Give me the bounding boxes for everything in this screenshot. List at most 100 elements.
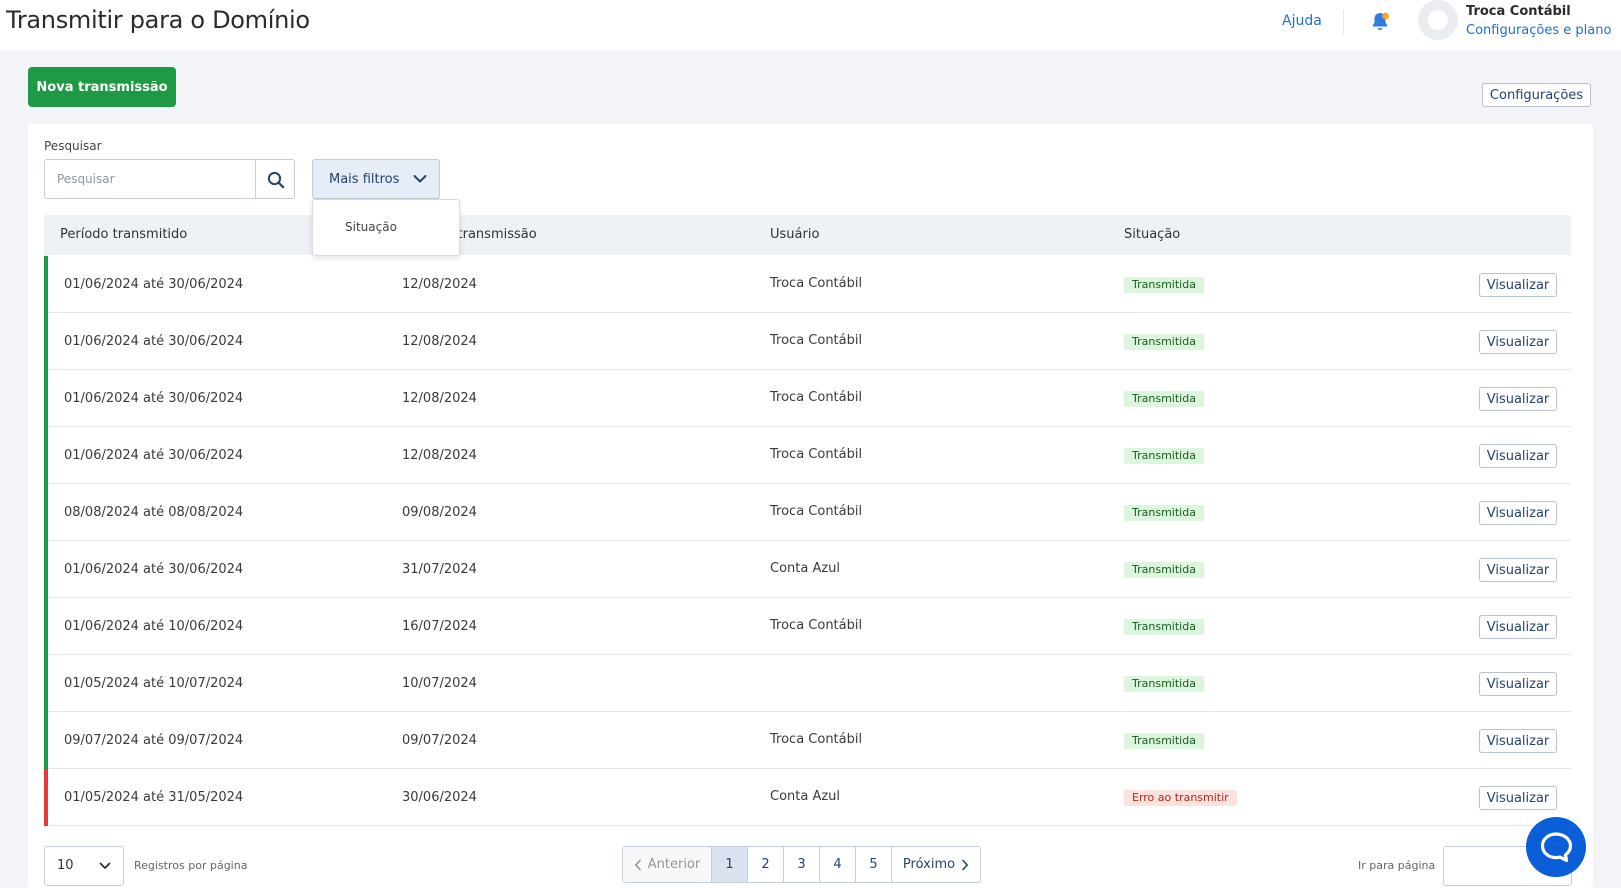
avatar[interactable] <box>1418 0 1458 40</box>
cell-transmission-date: 31/07/2024 <box>402 562 477 577</box>
cell-period: 09/07/2024 até 09/07/2024 <box>64 733 244 748</box>
status-badge: Transmitida <box>1124 562 1204 578</box>
status-badge: Transmitida <box>1124 448 1204 464</box>
cell-user: Troca Contábil <box>770 390 863 405</box>
goto-page-label: Ir para página <box>1358 859 1436 872</box>
view-button[interactable]: Visualizar <box>1479 558 1557 582</box>
pagination-page-5[interactable]: 5 <box>856 847 892 882</box>
status-badge: Erro ao transmitir <box>1124 790 1237 806</box>
view-button[interactable]: Visualizar <box>1479 615 1557 639</box>
cell-period: 01/06/2024 até 30/06/2024 <box>64 334 244 349</box>
more-filters-label: Mais filtros <box>329 171 400 187</box>
table-row[interactable]: 01/06/2024 até 30/06/2024 12/08/2024 Troca… <box>44 370 1571 427</box>
cell-period: 01/05/2024 até 10/07/2024 <box>64 676 244 691</box>
table-row[interactable]: 01/05/2024 até 31/05/2024 30/06/2024 Conta… <box>44 769 1571 826</box>
cell-transmission-date: 09/07/2024 <box>402 733 477 748</box>
pagination-page-1[interactable]: 1 <box>712 847 748 882</box>
row-status-accent <box>44 427 48 484</box>
cell-transmission-date: 12/08/2024 <box>402 334 477 349</box>
cell-period: 01/06/2024 até 10/06/2024 <box>64 619 244 634</box>
row-status-accent <box>44 769 48 826</box>
table-row[interactable]: 01/06/2024 até 10/06/2024 16/07/2024 Troca… <box>44 598 1571 655</box>
page-size-select[interactable]: 10 <box>44 846 124 886</box>
topbar-divider <box>1343 10 1344 34</box>
table-row[interactable]: 09/07/2024 até 09/07/2024 09/07/2024 Troca… <box>44 712 1571 769</box>
search-icon <box>267 171 285 189</box>
cell-period: 01/06/2024 até 30/06/2024 <box>64 448 244 463</box>
row-status-accent <box>44 655 48 712</box>
pagination-next-button[interactable]: Próximo <box>892 847 980 882</box>
view-button[interactable]: Visualizar <box>1479 501 1557 525</box>
search-input[interactable] <box>44 159 256 199</box>
cell-transmission-date: 09/08/2024 <box>402 505 477 520</box>
cell-transmission-date: 10/07/2024 <box>402 676 477 691</box>
cell-user: Conta Azul <box>770 561 841 576</box>
pagination-page-4[interactable]: 4 <box>820 847 856 882</box>
status-badge: Transmitida <box>1124 676 1204 692</box>
view-button[interactable]: Visualizar <box>1479 729 1557 753</box>
new-transmission-button[interactable]: Nova transmissão <box>28 67 176 107</box>
cell-user: Troca Contábil <box>770 276 863 291</box>
help-link[interactable]: Ajuda <box>1282 13 1322 29</box>
column-header-period[interactable]: Período transmitido <box>60 227 187 242</box>
cell-period: 01/06/2024 até 30/06/2024 <box>64 391 244 406</box>
table-row[interactable]: 01/06/2024 até 30/06/2024 31/07/2024 Conta… <box>44 541 1571 598</box>
cell-user: Troca Contábil <box>770 333 863 348</box>
cell-period: 01/05/2024 até 31/05/2024 <box>64 790 244 805</box>
status-badge: Transmitida <box>1124 391 1204 407</box>
view-button[interactable]: Visualizar <box>1479 786 1557 810</box>
chevron-right-icon <box>962 859 969 870</box>
cell-period: 08/08/2024 até 08/08/2024 <box>64 505 244 520</box>
status-badge: Transmitida <box>1124 277 1204 293</box>
view-button[interactable]: Visualizar <box>1479 330 1557 354</box>
page-size-label: Registros por página <box>134 859 248 872</box>
view-button[interactable]: Visualizar <box>1479 273 1557 297</box>
search-button[interactable] <box>255 159 295 199</box>
goto-page-input[interactable] <box>1443 846 1523 886</box>
cell-transmission-date: 16/07/2024 <box>402 619 477 634</box>
row-status-accent <box>44 598 48 655</box>
row-status-accent <box>44 712 48 769</box>
settings-button[interactable]: Configurações <box>1482 83 1591 107</box>
column-header-status[interactable]: Situação <box>1124 227 1180 242</box>
row-status-accent <box>44 541 48 598</box>
view-button[interactable]: Visualizar <box>1479 672 1557 696</box>
bell-icon[interactable] <box>1368 10 1392 34</box>
filter-option-status[interactable]: Situação <box>345 220 397 234</box>
table-row[interactable]: 01/05/2024 até 10/07/2024 10/07/2024 Trans… <box>44 655 1571 712</box>
table-row[interactable]: 08/08/2024 até 08/08/2024 09/08/2024 Troca… <box>44 484 1571 541</box>
chat-bubble-icon <box>1540 832 1573 863</box>
more-filters-button[interactable]: Mais filtros <box>312 159 440 199</box>
table-row[interactable]: 01/06/2024 até 30/06/2024 12/08/2024 Troca… <box>44 256 1571 313</box>
chevron-down-icon <box>413 175 427 183</box>
view-button[interactable]: Visualizar <box>1479 444 1557 468</box>
row-status-accent <box>44 313 48 370</box>
status-badge: Transmitida <box>1124 505 1204 521</box>
row-status-accent <box>44 256 48 313</box>
cell-user: Troca Contábil <box>770 618 863 633</box>
pagination-prev-label: Anterior <box>647 857 701 872</box>
cell-user: Conta Azul <box>770 789 841 804</box>
pagination-next-label: Próximo <box>902 857 956 872</box>
top-bar: Transmitir para o Domínio Ajuda Troca Co… <box>0 0 1621 50</box>
pagination: Anterior 1 2 3 4 5 Próximo <box>622 846 981 883</box>
pagination-page-2[interactable]: 2 <box>748 847 784 882</box>
cell-period: 01/06/2024 até 30/06/2024 <box>64 277 244 292</box>
account-name: Troca Contábil <box>1466 4 1571 19</box>
status-badge: Transmitida <box>1124 334 1204 350</box>
view-button[interactable]: Visualizar <box>1479 387 1557 411</box>
account-settings-link[interactable]: Configurações e plano <box>1466 23 1611 38</box>
table-row[interactable]: 01/06/2024 até 30/06/2024 12/08/2024 Troca… <box>44 313 1571 370</box>
page-size-value: 10 <box>57 858 74 873</box>
cell-user: Troca Contábil <box>770 732 863 747</box>
pagination-prev-button[interactable]: Anterior <box>623 847 712 882</box>
row-status-accent <box>44 370 48 427</box>
table-row[interactable]: 01/06/2024 até 30/06/2024 12/08/2024 Troca… <box>44 427 1571 484</box>
pagination-page-3[interactable]: 3 <box>784 847 820 882</box>
column-header-user[interactable]: Usuário <box>770 227 819 242</box>
page-title: Transmitir para o Domínio <box>6 6 310 34</box>
chevron-left-icon <box>634 859 641 870</box>
chat-button[interactable] <box>1526 817 1586 877</box>
row-status-accent <box>44 484 48 541</box>
status-badge: Transmitida <box>1124 619 1204 635</box>
